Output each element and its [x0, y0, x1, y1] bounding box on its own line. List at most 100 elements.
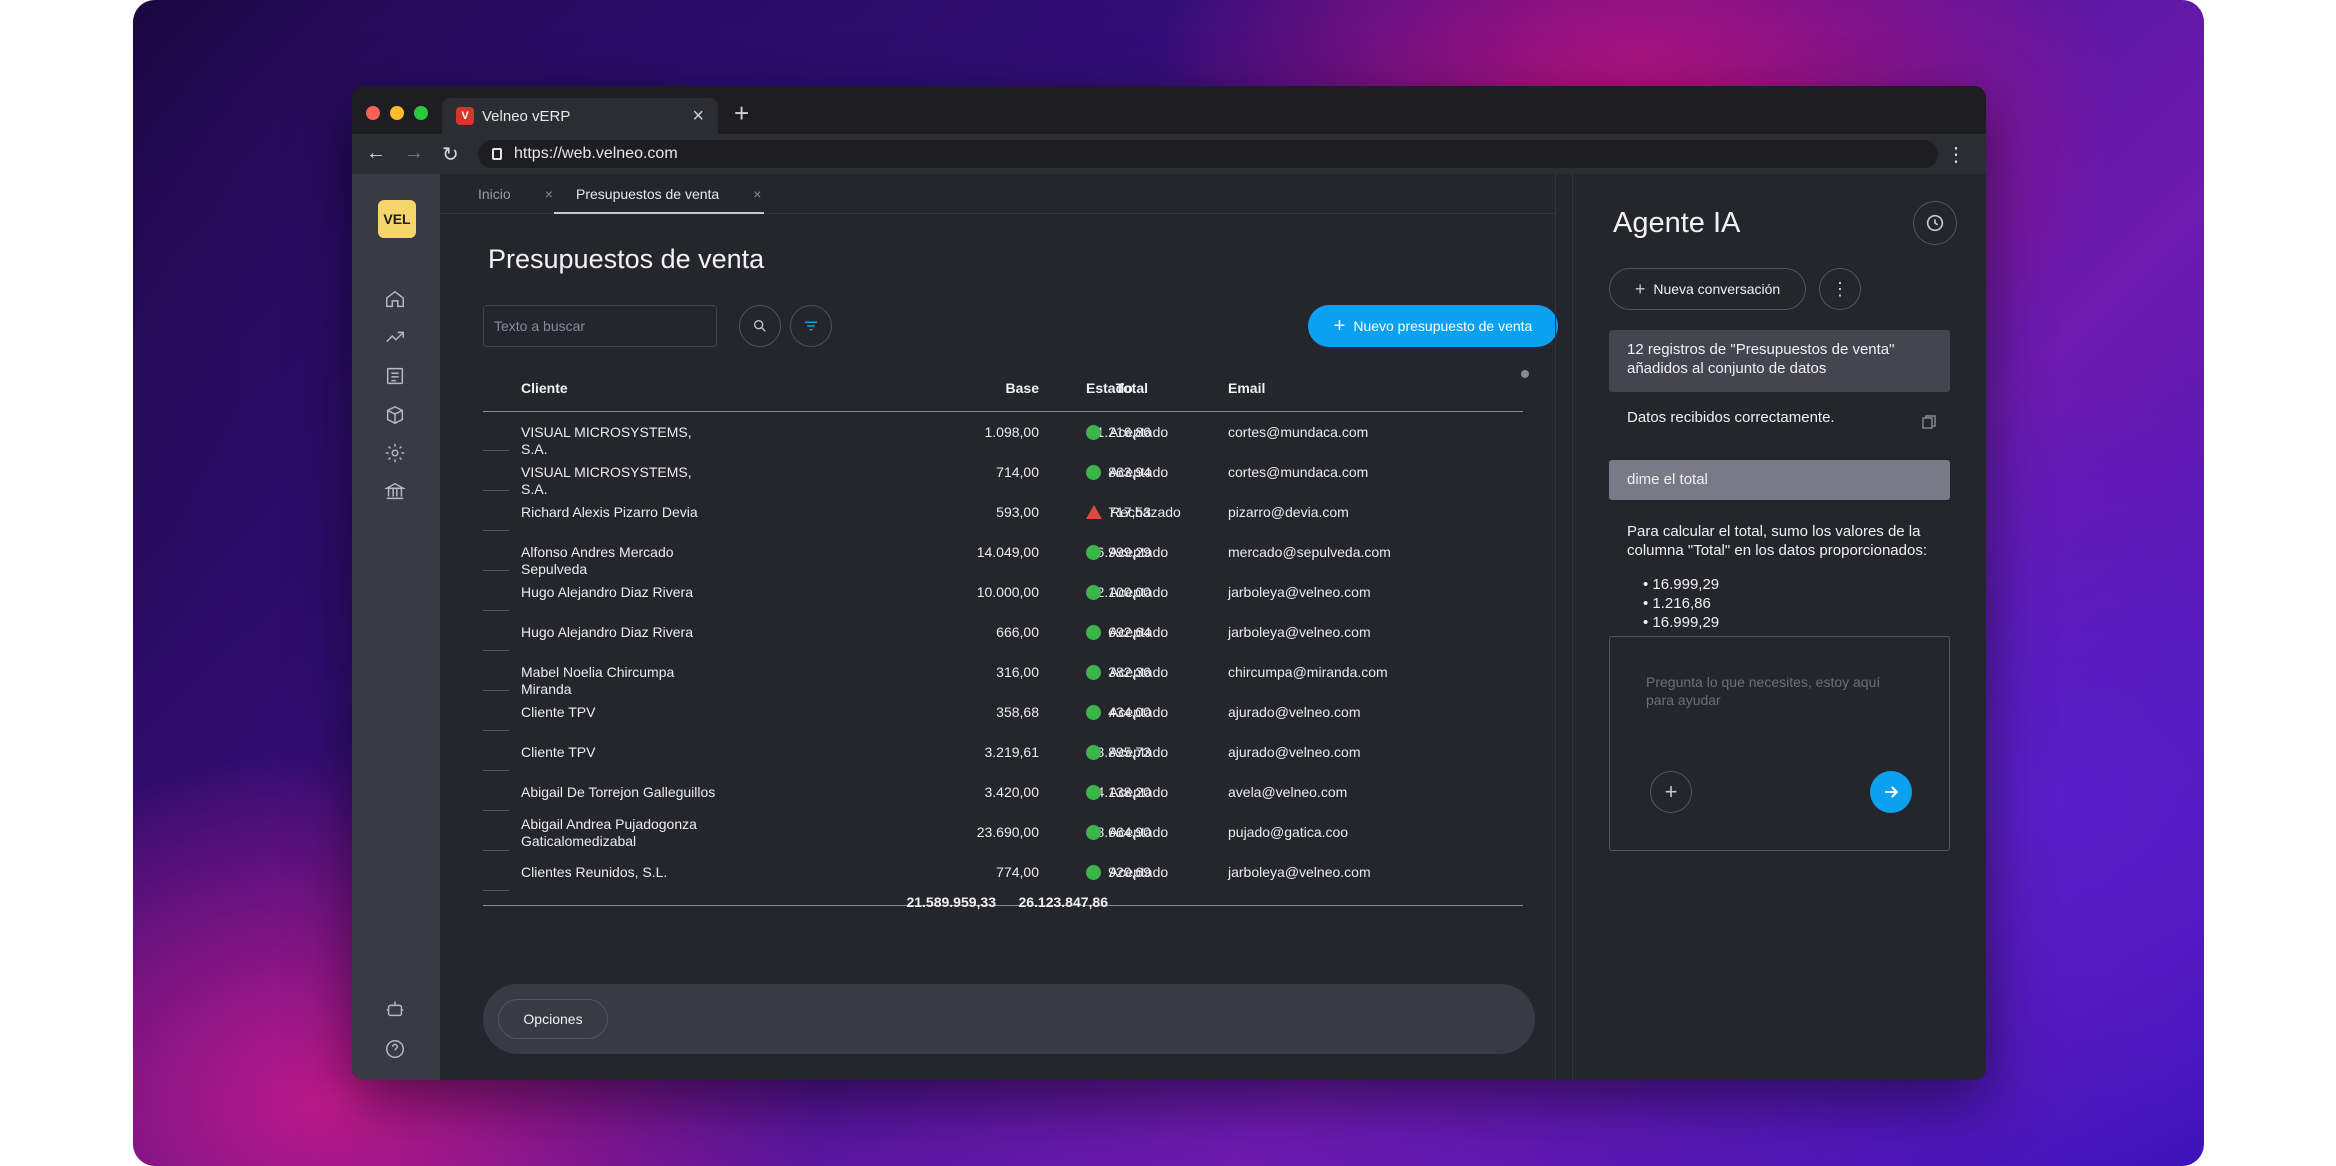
cell-estado-label: Aceptado [1109, 664, 1169, 680]
cell-estado-label: Aceptado [1109, 424, 1169, 440]
new-conversation-button[interactable]: + Nueva conversación [1609, 268, 1806, 310]
col-cliente[interactable]: Cliente [521, 380, 568, 396]
scroll-indicator[interactable] [1521, 370, 1529, 378]
cell-estado-label: Aceptado [1109, 744, 1169, 760]
close-window-button[interactable] [366, 106, 380, 120]
accepted-status-icon [1086, 465, 1101, 480]
row-selector[interactable] [483, 570, 509, 571]
cell-email: cortes@mundaca.com [1228, 424, 1369, 440]
window-controls [366, 106, 428, 120]
row-selector[interactable] [483, 730, 509, 731]
browser-tab[interactable]: V Velneo vERP × [442, 98, 718, 134]
maximize-window-button[interactable] [414, 106, 428, 120]
table-body: VISUAL MICROSYSTEMS, S.A. 1.098,00 1.216,8… [483, 412, 1523, 906]
row-selector[interactable] [483, 450, 509, 451]
minimize-window-button[interactable] [390, 106, 404, 120]
table-row[interactable]: Hugo Alejandro Diaz Rivera 10.000,00 12.10… [483, 572, 1523, 612]
table-row[interactable]: Cliente TPV 358,68 434,00 Aceptado ajurado@v… [483, 692, 1523, 732]
rejected-warning-icon [1086, 505, 1102, 519]
row-selector[interactable] [483, 770, 509, 771]
close-tab-icon[interactable]: × [692, 105, 704, 128]
close-tab-inicio-icon[interactable]: × [545, 186, 553, 202]
robot-icon[interactable] [380, 994, 410, 1024]
cell-estado-label: Rechazado [1110, 504, 1181, 520]
help-icon[interactable] [380, 1034, 410, 1064]
table-row[interactable]: Clientes Reunidos, S.L. 774,00 920,69 Acept… [483, 852, 1523, 892]
table-row[interactable]: Richard Alexis Pizarro Devia 593,00 717,53… [483, 492, 1523, 532]
row-selector[interactable] [483, 610, 509, 611]
cell-email: avela@velneo.com [1228, 784, 1348, 800]
col-estado[interactable]: Estado [1086, 380, 1133, 396]
browser-menu-icon[interactable]: ⋮ [1946, 142, 1966, 167]
browser-tab-title: Velneo vERP [482, 107, 571, 125]
tab-presupuestos[interactable]: Presupuestos de venta × [576, 186, 761, 202]
url-field[interactable]: https://web.velneo.com [478, 140, 1938, 168]
new-tab-icon[interactable]: + [734, 98, 749, 129]
search-icon [754, 320, 766, 332]
copy-icon[interactable] [1922, 415, 1936, 429]
accepted-status-icon [1086, 825, 1101, 840]
close-tab-presupuestos-icon[interactable]: × [753, 186, 761, 202]
app-logo[interactable]: VEL [378, 200, 416, 238]
more-options-icon[interactable]: ⋮ [1819, 268, 1861, 310]
table-row[interactable]: VISUAL MICROSYSTEMS, S.A. 714,00 863,94 Ace… [483, 452, 1523, 497]
forward-arrow-icon[interactable]: → [404, 142, 424, 167]
cell-cliente: Abigail De Torrejon Galleguillos [521, 784, 716, 800]
col-email[interactable]: Email [1228, 380, 1265, 396]
agent-title: Agente IA [1613, 207, 1741, 239]
page-title: Presupuestos de venta [488, 244, 765, 274]
bank-icon[interactable] [380, 476, 410, 506]
row-selector[interactable] [483, 850, 509, 851]
table-row[interactable]: Mabel Noelia Chircumpa Miranda 316,00 382,… [483, 652, 1523, 697]
table-row[interactable]: Alfonso Andres Mercado Sepulveda 14.049,0… [483, 532, 1523, 577]
cell-cliente: Clientes Reunidos, S.L. [521, 864, 668, 880]
table-row[interactable]: Cliente TPV 3.219,61 3.895,73 Aceptado ajura… [483, 732, 1523, 772]
cell-estado: Aceptado [1086, 784, 1168, 801]
search-button[interactable] [739, 305, 781, 347]
options-button[interactable]: Opciones [498, 999, 608, 1039]
panel-divider[interactable] [1555, 174, 1573, 1080]
new-quote-button[interactable]: + Nuevo presupuesto de venta [1308, 305, 1558, 347]
cell-email: cortes@mundaca.com [1228, 464, 1369, 480]
send-button[interactable] [1870, 771, 1912, 813]
row-selector[interactable] [483, 530, 509, 531]
ai-agent-panel: Agente IA + Nueva conversación ⋮ 12 regi… [1573, 174, 1986, 1080]
lock-icon [492, 148, 502, 160]
reload-icon[interactable]: ↻ [442, 142, 459, 167]
cell-estado: Rechazado [1086, 504, 1181, 521]
cell-estado: Aceptado [1086, 864, 1168, 881]
active-tab-indicator [554, 212, 764, 214]
gear-icon[interactable] [380, 438, 410, 468]
cell-cliente: Richard Alexis Pizarro Devia [521, 504, 698, 520]
accepted-status-icon [1086, 585, 1101, 600]
attach-button[interactable]: + [1650, 771, 1692, 813]
cell-email: pujado@gatica.coo [1228, 824, 1349, 840]
user-message: dime el total [1609, 460, 1950, 500]
row-selector[interactable] [483, 810, 509, 811]
cell-estado: Aceptado [1086, 704, 1168, 721]
cell-estado-label: Aceptado [1109, 544, 1169, 560]
back-arrow-icon[interactable]: ← [366, 142, 386, 167]
main-content: Inicio × Presupuestos de venta × Presupu… [440, 174, 1558, 1080]
velneo-favicon-icon: V [456, 107, 474, 125]
table-row[interactable]: VISUAL MICROSYSTEMS, S.A. 1.098,00 1.216,8… [483, 412, 1523, 457]
row-selector[interactable] [483, 650, 509, 651]
document-list-icon[interactable] [380, 361, 410, 391]
table-row[interactable]: Abigail De Torrejon Galleguillos 3.420,00… [483, 772, 1523, 812]
search-input[interactable] [483, 305, 717, 347]
home-icon[interactable] [380, 284, 410, 314]
row-selector[interactable] [483, 890, 509, 891]
arrow-right-icon [1885, 786, 1899, 798]
trending-up-icon[interactable] [380, 322, 410, 352]
accepted-status-icon [1086, 545, 1101, 560]
box-icon[interactable] [380, 400, 410, 430]
table-row[interactable]: Hugo Alejandro Diaz Rivera 666,00 692,64 Ac… [483, 612, 1523, 652]
filter-button[interactable] [790, 305, 832, 347]
history-button[interactable] [1913, 201, 1957, 245]
row-selector[interactable] [483, 690, 509, 691]
tab-inicio[interactable]: Inicio × [478, 186, 553, 202]
cell-cliente: Abigail Andrea Pujadogonza Gaticalomediz… [521, 816, 697, 849]
row-selector[interactable] [483, 490, 509, 491]
composer-input[interactable]: Pregunta lo que necesites, estoy aquí pa… [1646, 673, 1906, 709]
table-row[interactable]: Abigail Andrea Pujadogonza Gaticalomediz… [483, 812, 1523, 852]
